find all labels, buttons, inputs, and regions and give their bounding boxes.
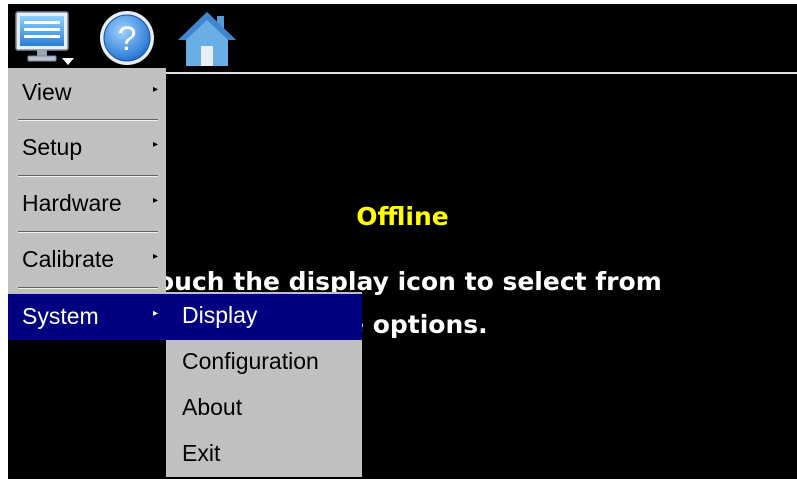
submenu-item-label: Exit (182, 440, 221, 466)
menu-item-hardware[interactable]: Hardware ▸ (8, 181, 166, 225)
menu-item-label: Hardware (22, 190, 122, 216)
menu-item-setup[interactable]: Setup ▸ (8, 125, 166, 169)
menu-item-system[interactable]: System ▸ (8, 294, 166, 340)
menu-item-label: Calibrate (22, 246, 115, 272)
submenu-arrow-icon: ▸ (153, 84, 159, 95)
submenu-item-exit[interactable]: Exit (166, 432, 362, 478)
menu-item-label: View (22, 79, 72, 105)
submenu-item-label: About (182, 394, 243, 420)
monitor-display-icon[interactable] (12, 8, 78, 68)
menu-item-label: Setup (22, 134, 83, 160)
svg-text:?: ? (118, 20, 137, 58)
submenu-arrow-icon: ▸ (153, 251, 159, 262)
submenu-item-display[interactable]: Display (166, 294, 362, 340)
menu-separator (18, 231, 158, 233)
home-icon[interactable] (174, 8, 240, 68)
help-question-icon[interactable]: ? (94, 8, 160, 68)
menu-item-view[interactable]: View ▸ (8, 70, 166, 114)
submenu-item-about[interactable]: About (166, 386, 362, 432)
submenu-arrow-icon: ▸ (153, 195, 159, 206)
menu-item-calibrate[interactable]: Calibrate ▸ (8, 237, 166, 281)
menu-separator (18, 175, 158, 177)
submenu-item-label: Display (182, 302, 258, 328)
menu-separator (18, 287, 158, 289)
submenu-item-configuration[interactable]: Configuration (166, 340, 362, 386)
toolbar: ? (8, 4, 797, 71)
submenu-arrow-icon: ▸ (153, 139, 159, 150)
submenu-arrow-icon: ▸ (153, 308, 159, 319)
menu-separator (18, 119, 158, 121)
main-menu: View ▸ Setup ▸ Hardware ▸ Calibrate ▸ Sy… (8, 68, 166, 340)
menu-item-label: System (22, 303, 99, 329)
system-submenu: Display Configuration About Exit (166, 292, 362, 477)
submenu-item-label: Configuration (182, 348, 319, 374)
